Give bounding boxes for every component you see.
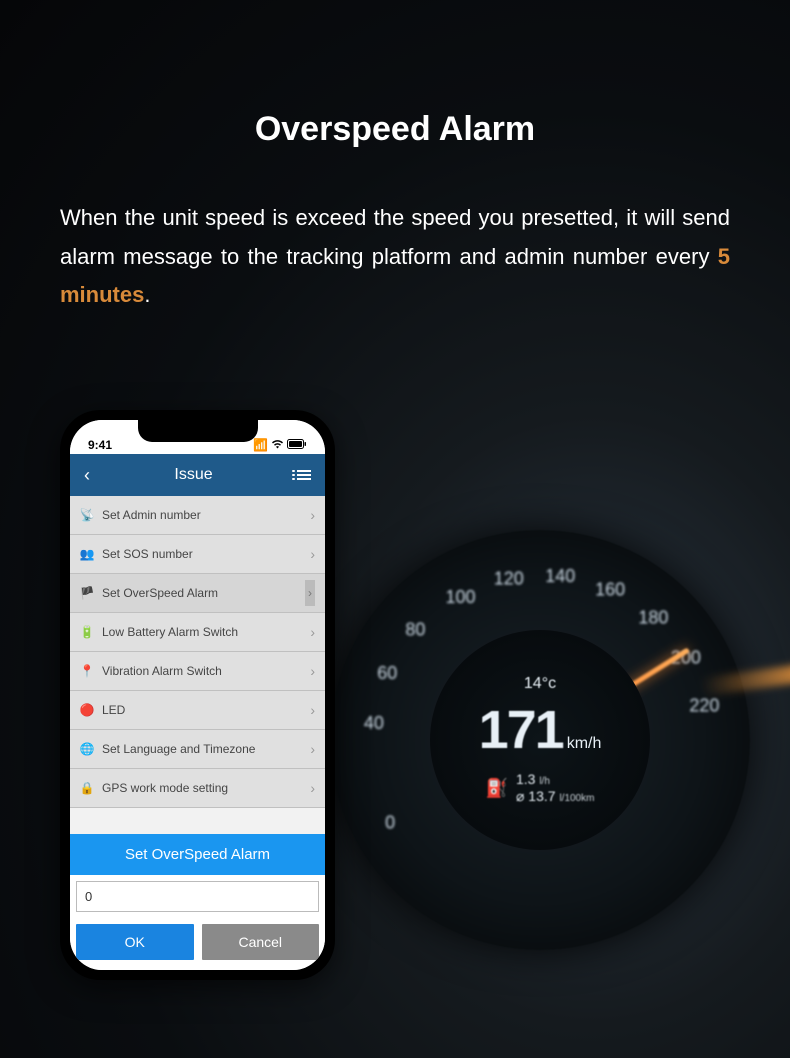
list-item[interactable]: 👥 Set SOS number ›	[70, 535, 325, 574]
menu-icon[interactable]	[297, 470, 311, 480]
ok-button[interactable]: OK	[76, 924, 194, 960]
list-item-icon: 🏴	[80, 586, 94, 600]
status-time: 9:41	[88, 438, 112, 452]
temperature-value: 14°c	[524, 675, 556, 693]
phone-frame: 9:41 📶 ‹ Issue 📡 Set Admin number › 👥 Set SO…	[60, 410, 335, 980]
list-item-label: Set Language and Timezone	[102, 742, 255, 756]
list-item-label: LED	[102, 703, 125, 717]
list-item-label: Vibration Alarm Switch	[102, 664, 222, 678]
chevron-right-icon: ›	[305, 580, 315, 606]
fuel-icon: ⛽	[486, 778, 508, 799]
list-item-icon: 🔋	[80, 625, 94, 639]
phone-notch	[138, 420, 258, 442]
chevron-right-icon: ›	[310, 546, 315, 562]
desc-text-pre: When the unit speed is exceed the speed …	[60, 205, 730, 269]
speedo-tick: 40	[364, 713, 384, 734]
cancel-button[interactable]: Cancel	[202, 924, 320, 960]
desc-text-post: .	[144, 282, 150, 307]
speed-value: 171	[479, 700, 563, 760]
chevron-right-icon: ›	[310, 624, 315, 640]
speedo-tick: 220	[689, 696, 719, 717]
signal-icon: 📶	[253, 438, 268, 452]
settings-list: 📡 Set Admin number › 👥 Set SOS number › 🏴 Set O…	[70, 496, 325, 808]
list-item[interactable]: 📡 Set Admin number ›	[70, 496, 325, 535]
battery-icon	[287, 438, 307, 452]
list-item-icon: 🔴	[80, 703, 94, 717]
speedometer: 0406080100120140160180200220 14°c 171km/…	[330, 530, 750, 950]
page-title: Overspeed Alarm	[0, 0, 790, 149]
speedo-tick: 80	[405, 620, 425, 641]
list-item[interactable]: 🏴 Set OverSpeed Alarm ›	[70, 574, 325, 613]
page-description: When the unit speed is exceed the speed …	[60, 199, 730, 315]
speed-unit: km/h	[567, 735, 602, 752]
speedo-tick: 100	[446, 587, 476, 608]
chevron-right-icon: ›	[310, 507, 315, 523]
fuel-unit-avg: l/100km	[559, 793, 594, 804]
list-item[interactable]: 🔒 GPS work mode setting ›	[70, 769, 325, 808]
speedo-tick: 180	[638, 607, 668, 628]
chevron-right-icon: ›	[310, 702, 315, 718]
speedo-tick: 0	[385, 813, 395, 834]
list-item-icon: 📡	[80, 508, 94, 522]
list-item-label: Set SOS number	[102, 547, 193, 561]
list-item-icon: 🌐	[80, 742, 94, 756]
back-button[interactable]: ‹	[84, 465, 90, 486]
list-item-icon: 🔒	[80, 781, 94, 795]
list-item-label: GPS work mode setting	[102, 781, 228, 795]
nav-header: ‹ Issue	[70, 454, 325, 496]
speedo-tick: 160	[595, 579, 625, 600]
list-item[interactable]: 🔴 LED ›	[70, 691, 325, 730]
list-item-icon: 👥	[80, 547, 94, 561]
wifi-icon	[271, 438, 284, 452]
list-item-label: Set OverSpeed Alarm	[102, 586, 218, 600]
chevron-right-icon: ›	[310, 663, 315, 679]
fuel-unit-instant: l/h	[539, 776, 550, 787]
nav-title: Issue	[174, 466, 212, 484]
speedo-tick: 120	[494, 569, 524, 590]
list-item[interactable]: 🌐 Set Language and Timezone ›	[70, 730, 325, 769]
speed-readout: 171km/h	[479, 699, 602, 761]
speedo-tick: 60	[377, 663, 397, 684]
chevron-right-icon: ›	[310, 741, 315, 757]
list-item-label: Low Battery Alarm Switch	[102, 625, 238, 639]
list-item[interactable]: 📍 Vibration Alarm Switch ›	[70, 652, 325, 691]
speedometer-display: 14°c 171km/h ⛽ 1.3 l/h ⌀ 13.7 l/100km	[430, 630, 650, 850]
list-item-icon: 📍	[80, 664, 94, 678]
fuel-consumption-instant: 1.3	[516, 771, 535, 787]
fuel-row: ⛽ 1.3 l/h ⌀ 13.7 l/100km	[486, 771, 595, 805]
fuel-consumption-avg: 13.7	[528, 788, 555, 804]
speedo-tick: 140	[545, 566, 575, 587]
list-item-label: Set Admin number	[102, 508, 201, 522]
overspeed-modal: Set OverSpeed Alarm OK Cancel	[70, 834, 325, 970]
chevron-right-icon: ›	[310, 780, 315, 796]
phone-screen: 9:41 📶 ‹ Issue 📡 Set Admin number › 👥 Set SO…	[70, 420, 325, 970]
list-item[interactable]: 🔋 Low Battery Alarm Switch ›	[70, 613, 325, 652]
modal-title: Set OverSpeed Alarm	[70, 834, 325, 875]
overspeed-input[interactable]	[76, 881, 319, 912]
